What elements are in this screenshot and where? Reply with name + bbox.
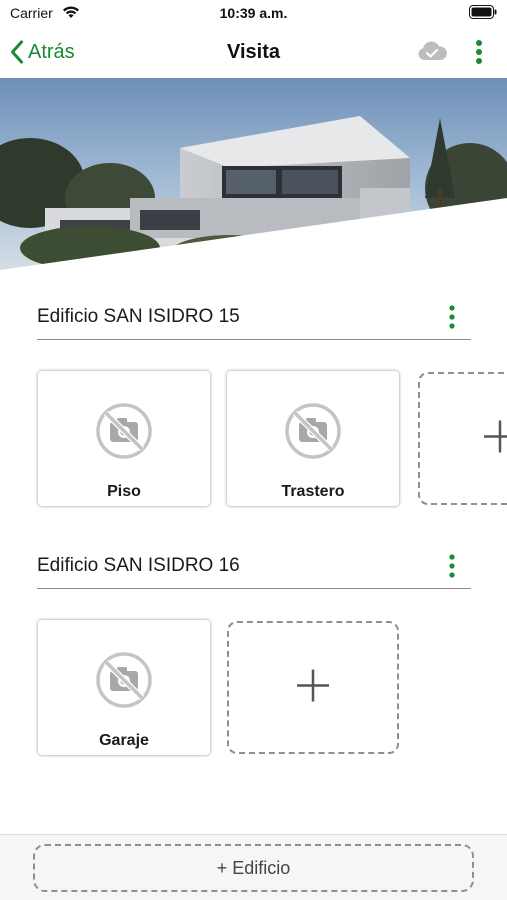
building-name: Edificio SAN ISIDRO 15 — [37, 306, 240, 327]
no-photo-icon — [95, 402, 153, 465]
cloud-check-icon[interactable] — [416, 40, 448, 67]
bottom-toolbar: + Edificio — [0, 834, 507, 900]
add-building-label: + Edificio — [216, 857, 291, 878]
battery-icon — [469, 5, 497, 22]
unit-card-garaje[interactable]: Garaje — [38, 620, 210, 755]
back-button[interactable]: Atrás — [10, 38, 75, 66]
add-unit-button[interactable] — [418, 372, 507, 505]
back-label: Atrás — [28, 40, 75, 63]
unit-card-label: Piso — [107, 483, 141, 500]
plus-icon — [482, 418, 507, 459]
navigation-bar: Atrás Visita — [0, 28, 507, 78]
building-header: Edificio SAN ISIDRO 15 — [37, 300, 471, 340]
no-photo-icon — [284, 402, 342, 465]
chevron-left-icon — [11, 40, 23, 64]
add-building-button[interactable]: + Edificio — [33, 844, 474, 892]
more-vertical-icon[interactable] — [472, 38, 486, 71]
add-unit-button[interactable] — [227, 621, 399, 754]
status-bar: Carrier 10:39 a.m. — [0, 0, 507, 28]
unit-card-trastero[interactable]: Trastero — [227, 371, 399, 506]
hero-house-image — [0, 78, 507, 270]
building-header: Edificio SAN ISIDRO 16 — [37, 549, 471, 589]
status-time: 10:39 a.m. — [219, 5, 288, 21]
building-name: Edificio SAN ISIDRO 16 — [37, 555, 240, 576]
more-vertical-icon[interactable] — [447, 304, 457, 335]
plus-icon — [295, 667, 331, 708]
unit-card-label: Trastero — [281, 483, 345, 500]
unit-card-piso[interactable]: Piso — [38, 371, 210, 506]
more-vertical-icon[interactable] — [447, 553, 457, 584]
unit-card-label: Garaje — [99, 732, 149, 749]
no-photo-icon — [95, 651, 153, 714]
